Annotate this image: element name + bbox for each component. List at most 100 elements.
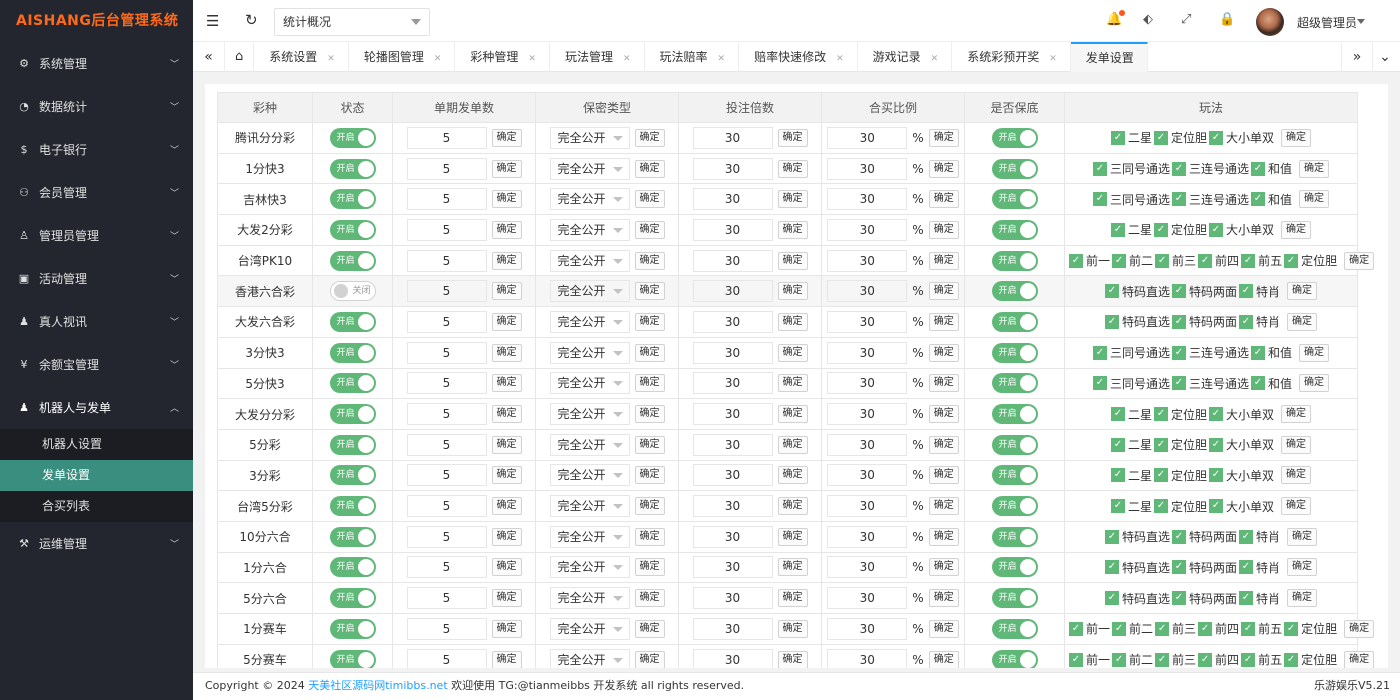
play-checkbox[interactable]: ✓ 三同号通选: [1092, 160, 1170, 177]
play-checkbox[interactable]: ✓ 特肖: [1239, 283, 1280, 300]
confirm-button[interactable]: 确定: [777, 435, 808, 454]
count-input[interactable]: 5: [406, 188, 487, 211]
bell-icon[interactable]: 🔔: [1106, 10, 1126, 27]
play-checkbox[interactable]: ✓ 前二: [1112, 620, 1153, 637]
play-checkbox[interactable]: ✓ 定位胆: [1284, 651, 1337, 668]
status-switch[interactable]: 开启: [329, 618, 376, 639]
sidebar-item[interactable]: ⚙ 系统管理 ﹀: [0, 42, 193, 85]
tab[interactable]: 彩种管理 ✕: [455, 42, 550, 72]
confirm-button[interactable]: 确定: [634, 128, 665, 147]
play-checkbox[interactable]: ✓ 二星: [1110, 221, 1152, 238]
ratio-input[interactable]: 30: [827, 495, 908, 518]
play-checkbox[interactable]: ✓ 定位胆: [1153, 129, 1207, 146]
confirm-button[interactable]: 确定: [491, 405, 522, 424]
confirm-button[interactable]: 确定: [928, 466, 959, 485]
confirm-button[interactable]: 确定: [1344, 251, 1375, 270]
play-checkbox[interactable]: ✓ 大小单双: [1209, 467, 1274, 484]
confirm-button[interactable]: 确定: [777, 619, 808, 638]
confirm-button[interactable]: 确定: [634, 435, 665, 454]
guarantee-switch[interactable]: 开启: [991, 281, 1038, 302]
confirm-button[interactable]: 确定: [491, 251, 522, 270]
close-icon[interactable]: ✕: [528, 54, 536, 64]
status-switch[interactable]: 开启: [329, 404, 376, 425]
confirm-button[interactable]: 确定: [928, 497, 959, 516]
confirm-button[interactable]: 确定: [634, 220, 665, 239]
multiple-input[interactable]: 30: [692, 372, 773, 395]
confirm-button[interactable]: 确定: [1299, 190, 1330, 209]
play-checkbox[interactable]: ✓ 前四: [1198, 651, 1239, 668]
guarantee-switch[interactable]: 开启: [991, 557, 1038, 578]
status-switch[interactable]: 开启: [329, 250, 376, 271]
play-checkbox[interactable]: ✓ 三同号通选: [1092, 191, 1170, 208]
tab[interactable]: 玩法管理 ✕: [550, 42, 645, 72]
confirm-button[interactable]: 确定: [928, 435, 959, 454]
play-checkbox[interactable]: ✓ 大小单双: [1209, 129, 1274, 146]
confirm-button[interactable]: 确定: [634, 159, 665, 178]
play-checkbox[interactable]: ✓ 三连号通选: [1171, 344, 1249, 361]
count-input[interactable]: 5: [406, 341, 487, 364]
guarantee-switch[interactable]: 开启: [991, 219, 1038, 240]
multiple-input[interactable]: 30: [692, 188, 773, 211]
multiple-input[interactable]: 30: [692, 280, 773, 303]
status-switch[interactable]: 开启: [329, 373, 376, 394]
count-input[interactable]: 5: [406, 617, 487, 640]
confirm-button[interactable]: 确定: [634, 251, 665, 270]
secret-select[interactable]: 完全公开: [549, 495, 630, 518]
secret-select[interactable]: 完全公开: [549, 556, 630, 579]
play-checkbox[interactable]: ✓ 二星: [1110, 406, 1152, 423]
confirm-button[interactable]: 确定: [1344, 650, 1375, 668]
status-switch[interactable]: 开启: [329, 342, 376, 363]
status-switch[interactable]: 开启: [329, 158, 376, 179]
status-switch[interactable]: 开启: [329, 496, 376, 517]
confirm-button[interactable]: 确定: [491, 343, 522, 362]
confirm-button[interactable]: 确定: [634, 190, 665, 209]
play-checkbox[interactable]: ✓ 特码两面: [1171, 528, 1237, 545]
play-checkbox[interactable]: ✓ 大小单双: [1209, 498, 1274, 515]
secret-select[interactable]: 完全公开: [549, 310, 630, 333]
confirm-button[interactable]: 确定: [1287, 312, 1318, 331]
confirm-button[interactable]: 确定: [491, 312, 522, 331]
play-checkbox[interactable]: ✓ 二星: [1110, 467, 1152, 484]
confirm-button[interactable]: 确定: [928, 589, 959, 608]
guarantee-switch[interactable]: 开启: [991, 618, 1038, 639]
confirm-button[interactable]: 确定: [777, 343, 808, 362]
play-checkbox[interactable]: ✓ 特码直选: [1104, 590, 1170, 607]
ratio-input[interactable]: 30: [827, 617, 908, 640]
play-checkbox[interactable]: ✓ 前三: [1155, 252, 1196, 269]
status-switch[interactable]: 开启: [329, 649, 376, 668]
close-icon[interactable]: ✕: [931, 54, 939, 64]
confirm-button[interactable]: 确定: [777, 190, 808, 209]
confirm-button[interactable]: 确定: [491, 190, 522, 209]
confirm-button[interactable]: 确定: [1281, 220, 1312, 239]
multiple-input[interactable]: 30: [692, 556, 773, 579]
confirm-button[interactable]: 确定: [491, 282, 522, 301]
confirm-button[interactable]: 确定: [634, 589, 665, 608]
confirm-button[interactable]: 确定: [928, 190, 959, 209]
tab[interactable]: 发单设置: [1070, 42, 1148, 72]
confirm-button[interactable]: 确定: [634, 619, 665, 638]
secret-select[interactable]: 完全公开: [549, 464, 630, 487]
secret-select[interactable]: 完全公开: [549, 648, 630, 668]
secret-select[interactable]: 完全公开: [549, 617, 630, 640]
username[interactable]: 超级管理员: [1297, 14, 1357, 31]
ratio-input[interactable]: 30: [827, 188, 908, 211]
secret-select[interactable]: 完全公开: [549, 280, 630, 303]
confirm-button[interactable]: 确定: [928, 312, 959, 331]
play-checkbox[interactable]: ✓ 和值: [1251, 344, 1292, 361]
play-checkbox[interactable]: ✓ 前五: [1241, 252, 1282, 269]
play-checkbox[interactable]: ✓ 前四: [1198, 252, 1239, 269]
ratio-input[interactable]: 30: [827, 341, 908, 364]
ratio-input[interactable]: 30: [827, 587, 908, 610]
lock-icon[interactable]: 🔒: [1219, 12, 1235, 27]
secret-select[interactable]: 完全公开: [549, 433, 630, 456]
count-input[interactable]: 5: [406, 587, 487, 610]
secret-select[interactable]: 完全公开: [549, 403, 630, 426]
ratio-input[interactable]: 30: [827, 464, 908, 487]
confirm-button[interactable]: 确定: [1344, 619, 1375, 638]
confirm-button[interactable]: 确定: [928, 650, 959, 668]
play-checkbox[interactable]: ✓ 前三: [1155, 651, 1196, 668]
confirm-button[interactable]: 确定: [491, 558, 522, 577]
confirm-button[interactable]: 确定: [777, 405, 808, 424]
confirm-button[interactable]: 确定: [928, 159, 959, 178]
confirm-button[interactable]: 确定: [1287, 589, 1318, 608]
